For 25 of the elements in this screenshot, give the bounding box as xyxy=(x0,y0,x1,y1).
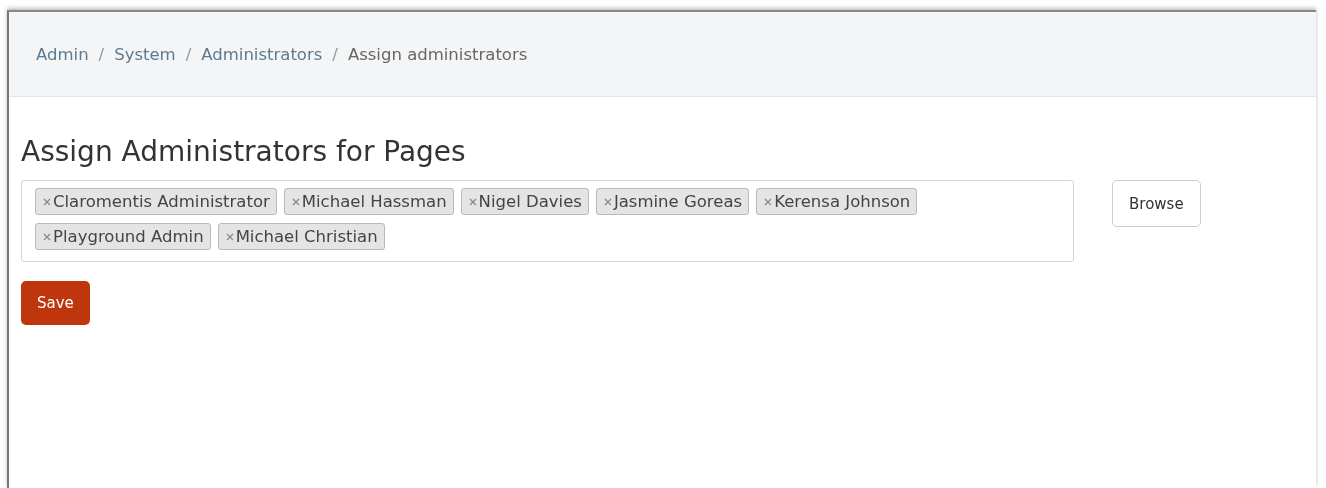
administrators-field[interactable]: Claromentis Administrator Michael Hassman Nigel Davies Jasmine Goreas Kerensa Johnson Playground Admin Michael Christian xyxy=(21,180,1074,262)
administrator-tag[interactable]: Michael Hassman xyxy=(283,188,454,215)
remove-icon[interactable] xyxy=(291,197,300,206)
remove-icon[interactable] xyxy=(43,197,51,206)
breadcrumb-separator: / xyxy=(332,44,338,64)
administrator-tag[interactable]: Jasmine Goreas xyxy=(595,188,750,215)
administrator-tag[interactable]: Playground Admin xyxy=(35,223,211,250)
breadcrumb-current: Assign administrators xyxy=(347,44,528,64)
administrator-tag[interactable]: Claromentis Administrator xyxy=(35,188,277,215)
remove-icon[interactable] xyxy=(603,197,612,206)
breadcrumb-link[interactable]: Admin xyxy=(36,44,89,64)
administrator-tag[interactable]: Nigel Davies xyxy=(460,188,589,215)
remove-icon[interactable] xyxy=(468,197,477,206)
browse-button[interactable]: Browse xyxy=(1112,180,1201,227)
breadcrumb-separator: / xyxy=(185,44,192,64)
page-heading: Assign Administrators for Pages xyxy=(21,135,467,168)
administrator-tag[interactable]: Kerensa Johnson xyxy=(756,188,918,215)
breadcrumb-link[interactable]: Administrators xyxy=(201,44,323,64)
remove-icon[interactable] xyxy=(43,232,51,241)
remove-icon[interactable] xyxy=(225,232,234,241)
save-button[interactable]: Save xyxy=(21,281,90,325)
remove-icon[interactable] xyxy=(764,197,773,206)
breadcrumb-link[interactable]: System xyxy=(114,44,176,64)
administrator-tag[interactable]: Michael Christian xyxy=(217,223,385,250)
breadcrumb-separator: / xyxy=(98,44,105,64)
